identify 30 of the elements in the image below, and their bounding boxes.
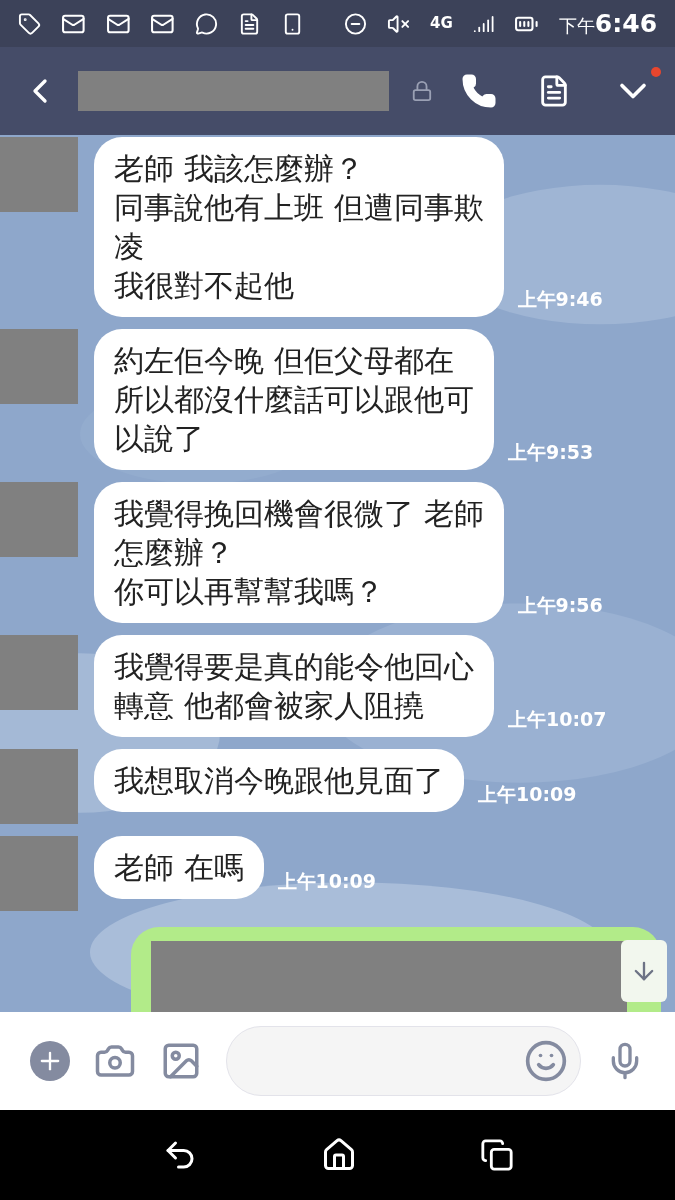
- scroll-down-button[interactable]: [621, 940, 667, 1002]
- recents-icon: [479, 1138, 514, 1172]
- message-time: 上午9:46: [517, 286, 603, 312]
- lock-icon: [411, 80, 433, 102]
- message-line: 我覺得要是真的能令他回心: [114, 648, 474, 686]
- add-button[interactable]: [30, 1041, 70, 1081]
- message-line: 以說了: [114, 420, 205, 458]
- message-time: 上午9:56: [517, 592, 603, 618]
- message-line: 我覺得挽回機會很微了 老師: [114, 495, 484, 533]
- message-line: 同事說他有上班 但遭同事欺: [114, 189, 484, 227]
- message-line: 怎麼辦？: [114, 534, 235, 572]
- message-line: 你可以再幫幫我嗎？: [114, 573, 385, 611]
- message-line: 我想取消今晚跟他見面了: [114, 762, 444, 800]
- message-line: 凌: [114, 228, 145, 266]
- message-time: 上午10:09: [277, 868, 377, 894]
- network-type: 4G: [430, 16, 453, 31]
- phone-icon: [461, 73, 497, 109]
- message-time: 上午10:09: [478, 781, 577, 807]
- message-time: 上午9:53: [508, 439, 594, 465]
- message-line: 老師 在嗎: [114, 849, 244, 887]
- call-button[interactable]: [461, 73, 497, 109]
- message-line: 轉意 他都會被家人阻撓: [114, 687, 425, 725]
- recents-button[interactable]: [479, 1138, 514, 1172]
- clock: 下午6:46: [558, 7, 658, 40]
- message-time: 上午10:07: [508, 706, 607, 732]
- message-line: 我很對不起他: [114, 267, 295, 305]
- emoji-icon: [524, 1039, 568, 1083]
- message-line: 老師 我該怎麼辦？: [114, 150, 365, 188]
- message-line: 約左佢今晚 但佢父母都在: [114, 342, 455, 380]
- message-line: 所以都沒什麼話可以跟他可: [114, 381, 474, 419]
